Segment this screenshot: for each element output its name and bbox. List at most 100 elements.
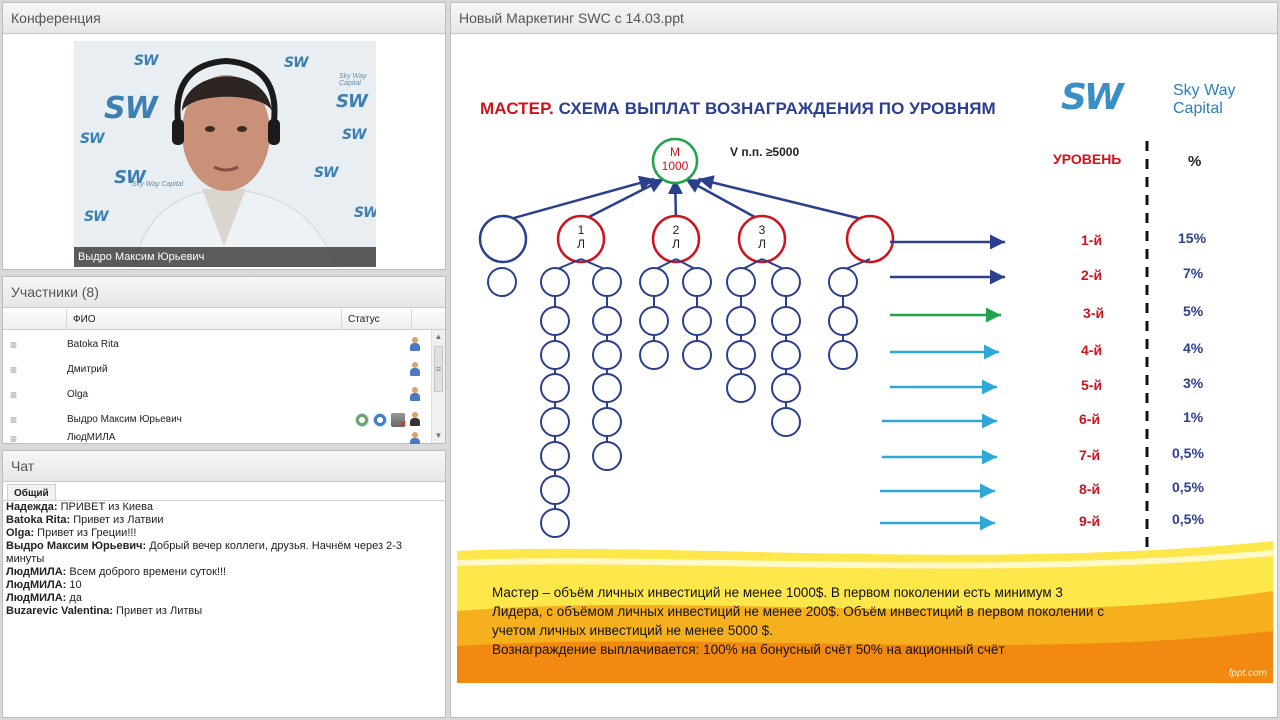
level-percent: 4% (1183, 340, 1204, 356)
message-text: Привет из Литвы (113, 605, 203, 617)
leader-node-number: 1 (577, 223, 585, 237)
drag-handle-icon[interactable]: ≡ (3, 432, 67, 444)
scroll-down-arrow-icon[interactable]: ▼ (432, 429, 445, 443)
downline-node (771, 340, 801, 370)
participant-name: Batoka Rita (67, 339, 119, 350)
drag-handle-icon[interactable]: ≡ (3, 338, 67, 352)
col-name[interactable]: ФИО (67, 309, 342, 329)
slide-footer-text: Мастер – объём личных инвестиций не мене… (492, 583, 1232, 659)
chat-tab-general[interactable]: Общий (7, 484, 56, 501)
screen-disabled-icon[interactable] (391, 412, 407, 430)
level-arrows (880, 234, 1005, 531)
drag-handle-icon[interactable]: ≡ (3, 363, 67, 377)
footer-line: Мастер – объём личных инвестиций не мене… (492, 585, 1063, 600)
downline-node (771, 306, 801, 336)
participants-title: Участники (8) (11, 284, 99, 300)
participant-row[interactable]: ≡ Olga (3, 382, 431, 407)
footer-line: учетом личных инвестиций не менее 5000 $… (492, 623, 773, 638)
hierarchy-arrow (580, 177, 665, 223)
chat-message: ЛюдМИЛА: да (6, 592, 442, 605)
message-text: Привет из Греции!!! (34, 527, 137, 539)
user-icon (409, 387, 421, 402)
leader-node-letter: Л (672, 237, 680, 251)
downline-node (771, 267, 801, 297)
chat-message: Olga: Привет из Греции!!! (6, 527, 442, 540)
chat-message: Buzarevic Valentina: Привет из Литвы (6, 605, 442, 618)
slide-title: МАСТЕР. СХЕМА ВЫПЛАТ ВОЗНАГРАЖДЕНИЯ ПО У… (480, 99, 996, 119)
downline-node (592, 441, 622, 471)
user-icon (409, 337, 421, 352)
drag-handle-icon[interactable]: ≡ (3, 388, 67, 402)
message-text: Всем доброго времени суток!!! (66, 566, 227, 578)
downline-node (828, 267, 858, 297)
sky-way-capital-logo: SW Sky Way Capital (1061, 77, 1271, 119)
presentation-title: Новый Маркетинг SWC с 14.03.ppt (459, 10, 684, 26)
chat-panel: Чат Общий Надежда: ПРИВЕТ из Киева Batok… (2, 450, 446, 718)
footer-line: Лидера, с объёмом личных инвестиций не м… (492, 604, 1104, 619)
downline-node (592, 306, 622, 336)
slide-title-rest: СХЕМА ВЫПЛАТ ВОЗНАГРАЖДЕНИЯ ПО УРОВНЯМ (553, 99, 996, 118)
downline-node (639, 267, 669, 297)
level-percent: 0,5% (1172, 479, 1204, 495)
level-label: 3-й (1083, 305, 1105, 321)
message-author: ЛюдМИЛА: (6, 579, 67, 591)
downline-node (828, 306, 858, 336)
chat-tab-label: Общий (14, 487, 49, 499)
leader-node-number: 2 (672, 223, 680, 237)
conference-header: Конференция (3, 3, 445, 34)
video-caption: Выдро Максим Юрьевич (74, 247, 376, 267)
presentation-panel: Новый Маркетинг SWC с 14.03.ppt МАСТЕР. … (450, 2, 1278, 718)
slide[interactable]: МАСТЕР. СХЕМА ВЫПЛАТ ВОЗНАГРАЖДЕНИЯ ПО У… (457, 71, 1273, 683)
scroll-up-arrow-icon[interactable]: ▲ (432, 330, 445, 344)
col-status[interactable]: Статус (342, 309, 412, 329)
scroll-thumb[interactable]: ≡ (434, 346, 443, 392)
drag-handle-icon[interactable]: ≡ (3, 413, 67, 427)
col-empty (412, 309, 445, 329)
chat-title: Чат (11, 458, 35, 474)
downline-node (726, 340, 756, 370)
downline-node (726, 373, 756, 403)
video-feed[interactable]: SW SW SW SW SW SW SW SW SW SW Sky Way Ca… (74, 41, 376, 267)
level-percent: 1% (1183, 409, 1204, 425)
downline-node (540, 475, 570, 505)
participants-header: Участники (8) (3, 277, 445, 308)
level-percent: 15% (1178, 230, 1207, 246)
downline-node (682, 306, 712, 336)
webcam-icon[interactable] (355, 412, 369, 427)
participant-row[interactable]: ≡ Дмитрий (3, 357, 431, 382)
message-author: ЛюдМИЛА: (6, 592, 67, 604)
downline-node (540, 306, 570, 336)
participant-row[interactable]: ≡ Batoka Rita (3, 332, 431, 357)
slide-title-red: МАСТЕР. (480, 99, 554, 118)
downline-node (540, 407, 570, 437)
presenter-icon (409, 412, 421, 427)
chat-message: ЛюдМИЛА: Всем доброго времени суток!!! (6, 566, 442, 579)
message-author: Выдро Максим Юрьевич: (6, 540, 147, 552)
percent-header: % (1188, 153, 1202, 170)
downline-node (771, 407, 801, 437)
leader-node-label: 3 Л (747, 223, 777, 251)
leader-node-number: 3 (758, 223, 766, 237)
participant-name: Olga (67, 389, 89, 400)
level-label: 8-й (1079, 481, 1101, 497)
downline-node (592, 340, 622, 370)
user-icon (409, 432, 421, 444)
level1-node (845, 214, 895, 264)
message-text: да (66, 592, 82, 604)
chat-message: Выдро Максим Юрьевич: Добрый вечер колле… (6, 540, 442, 566)
hierarchy-arrow (667, 178, 683, 222)
message-author: Batoka Rita: (6, 514, 71, 526)
message-author: Buzarevic Valentina: (6, 605, 113, 617)
level-label: 4-й (1081, 342, 1103, 358)
participant-row[interactable]: ≡ ЛюдМИЛА (3, 432, 431, 444)
downline-node (639, 306, 669, 336)
level1-node (478, 214, 528, 264)
brand-line-2: Capital (1173, 100, 1223, 117)
message-text: Привет из Латвии (70, 514, 164, 526)
microphone-icon[interactable] (373, 412, 387, 427)
downline-node (639, 340, 669, 370)
participants-scrollbar[interactable]: ▲ ≡ ▼ (431, 330, 445, 443)
message-author: Надежда: (6, 501, 58, 513)
level-label: 5-й (1081, 377, 1103, 393)
participant-row[interactable]: ≡ Выдро Максим Юрьевич (3, 407, 431, 432)
